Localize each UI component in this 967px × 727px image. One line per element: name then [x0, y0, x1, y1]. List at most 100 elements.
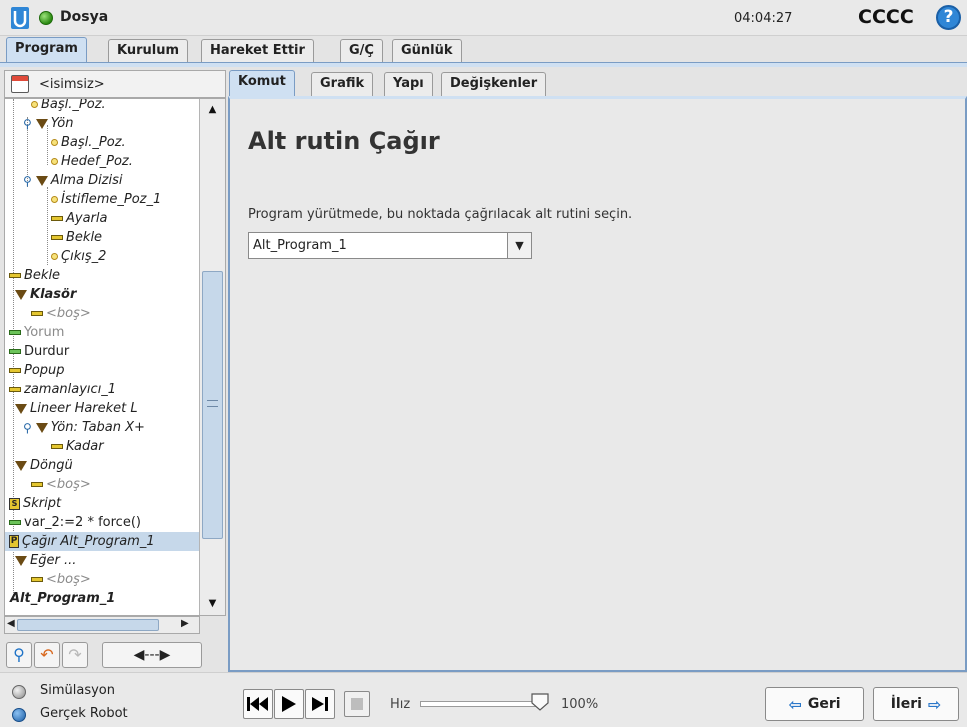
program-tree[interactable]: Başl._Poz. ⚲ Yön Başl._Poz. Hedef_Poz. ⚲ A…	[4, 98, 226, 616]
scroll-left-icon[interactable]: ◀	[7, 618, 15, 629]
file-menu[interactable]: Dosya	[60, 9, 108, 25]
tree-item[interactable]: Başl._Poz.	[51, 133, 126, 152]
rewind-button[interactable]	[243, 689, 273, 719]
expand-icon[interactable]: ⚲	[23, 174, 32, 188]
scroll-right-icon[interactable]: ▶	[181, 618, 189, 629]
halt-bar-icon	[9, 349, 21, 354]
speed-slider-handle[interactable]	[531, 693, 549, 711]
tab-grafik[interactable]: Grafik	[311, 72, 374, 96]
tree-item[interactable]: <boş>	[31, 304, 91, 323]
grip-icon	[207, 400, 218, 407]
real-robot-radio[interactable]	[12, 708, 26, 722]
sub-tabs: Komut Grafik Yapı Değişkenler	[228, 70, 967, 96]
tree-item[interactable]: Bekle	[9, 266, 60, 285]
tree-item[interactable]: <boş>	[31, 475, 91, 494]
tree-item[interactable]: Kadar	[51, 437, 104, 456]
tab-yapi[interactable]: Yapı	[384, 72, 433, 96]
simulation-label[interactable]: Simülasyon	[40, 683, 115, 698]
redo-icon[interactable]: ↷	[62, 642, 88, 668]
stop-icon	[351, 698, 363, 710]
expand-icon[interactable]: ⚲	[23, 117, 32, 131]
undo-icon[interactable]: ↶	[34, 642, 60, 668]
scroll-thumb[interactable]	[202, 271, 223, 539]
next-button[interactable]: İleri ⇨	[873, 687, 959, 721]
folder-triangle-icon	[35, 175, 48, 186]
search-icon[interactable]: ⚲	[6, 642, 32, 668]
tab-program[interactable]: Program	[6, 37, 87, 62]
command-bar-icon	[31, 482, 43, 487]
tree-item[interactable]: İstifleme_Poz_1	[51, 190, 161, 209]
tree-item[interactable]: ⚲ Alma Dizisi	[23, 171, 123, 190]
tree-item[interactable]: zamanlayıcı_1	[9, 380, 116, 399]
clock: 04:04:27	[734, 11, 793, 26]
tree-item[interactable]: ⚲ Yön: Taban X+	[23, 418, 145, 437]
tree-item[interactable]: ⚲ Yön	[23, 114, 74, 133]
arrow-right-icon: ⇨	[927, 694, 942, 714]
comment-bar-icon	[9, 330, 21, 335]
command-bar-icon	[51, 444, 63, 449]
tree-vertical-scrollbar[interactable]: ▲ ▼	[199, 99, 225, 615]
play-icon	[282, 696, 296, 712]
tab-degiskenler[interactable]: Değişkenler	[441, 72, 547, 96]
tree-item[interactable]: Durdur	[9, 342, 69, 361]
tree-item[interactable]: Alt_Program_1	[7, 589, 115, 608]
folder-triangle-icon	[15, 289, 27, 300]
tab-gc[interactable]: G/Ç	[340, 39, 383, 62]
waypoint-icon	[51, 253, 58, 260]
subprogram-select[interactable]: Alt_Program_1 ▼	[248, 232, 532, 259]
tab-hareket-ettir[interactable]: Hareket Ettir	[201, 39, 314, 62]
command-panel: Komut Grafik Yapı Değişkenler Alt rutin …	[228, 67, 967, 672]
step-icon	[312, 697, 328, 711]
tree-item[interactable]: var_2:=2 * force()	[9, 513, 141, 532]
tree-item[interactable]: S Skript	[9, 494, 61, 513]
speed-slider[interactable]	[420, 701, 540, 707]
tab-komut[interactable]: Komut	[229, 70, 295, 96]
tree-item[interactable]: Popup	[9, 361, 65, 380]
tree-item[interactable]: Başl._Poz.	[31, 99, 106, 114]
command-bar-icon	[51, 235, 63, 240]
program-header: <isimsiz>	[4, 70, 226, 98]
tab-kurulum[interactable]: Kurulum	[108, 39, 189, 62]
tree-item-selected[interactable]: P Çağır Alt_Program_1	[5, 532, 199, 551]
expand-icon[interactable]: ⚲	[23, 421, 32, 435]
main-tabs: Program Kurulum Hareket Ettir G/Ç Günlük	[0, 37, 967, 62]
program-name: <isimsiz>	[39, 77, 105, 92]
tree-item[interactable]: Çıkış_2	[51, 247, 106, 266]
folder-triangle-icon	[15, 403, 27, 414]
tab-gunluk[interactable]: Günlük	[392, 39, 462, 62]
tree-item[interactable]: Eğer ...	[15, 551, 76, 570]
command-bar-icon	[9, 387, 21, 392]
stop-button[interactable]	[344, 691, 370, 717]
robot-name: CCCC	[858, 6, 914, 28]
tree-item[interactable]: Bekle	[51, 228, 102, 247]
tree-toolbar: ⚲ ↶ ↷ ◀---▶	[4, 640, 226, 670]
real-robot-label[interactable]: Gerçek Robot	[40, 706, 128, 721]
move-node-icon[interactable]: ◀---▶	[102, 642, 202, 668]
tree-item[interactable]: Hedef_Poz.	[51, 152, 133, 171]
waypoint-icon	[51, 139, 58, 146]
tree-item[interactable]: Lineer Hareket L	[15, 399, 138, 418]
save-program-icon[interactable]	[11, 75, 29, 93]
simulation-radio[interactable]	[12, 685, 26, 699]
tree-horizontal-scrollbar[interactable]: ◀ ▶	[4, 616, 200, 634]
chevron-down-icon[interactable]: ▼	[507, 233, 531, 258]
rewind-icon	[247, 697, 268, 711]
back-button[interactable]: ⇦ Geri	[765, 687, 864, 721]
tree-item[interactable]: Yorum	[9, 323, 64, 342]
tree-item[interactable]: <boş>	[31, 570, 91, 589]
scroll-up-icon[interactable]: ▲	[202, 101, 223, 119]
bottom-bar: Simülasyon Gerçek Robot Hız 100% ⇦ Geri İ…	[0, 672, 967, 727]
tree-item[interactable]: Ayarla	[51, 209, 107, 228]
scroll-thumb[interactable]	[17, 619, 159, 631]
help-icon[interactable]: ?	[936, 5, 961, 30]
scroll-down-icon[interactable]: ▼	[202, 595, 223, 613]
program-tree-panel: <isimsiz> Başl._Poz. ⚲ Yön Başl._Poz. Hed…	[4, 67, 226, 672]
folder-triangle-icon	[15, 460, 27, 471]
command-bar-icon	[31, 311, 43, 316]
play-button[interactable]	[274, 689, 304, 719]
run-status-icon	[39, 11, 53, 25]
tree-item[interactable]: Döngü	[15, 456, 73, 475]
top-bar: Dosya 04:04:27 CCCC ?	[0, 0, 967, 36]
step-button[interactable]	[305, 689, 335, 719]
tree-item[interactable]: Klasör	[15, 285, 76, 304]
